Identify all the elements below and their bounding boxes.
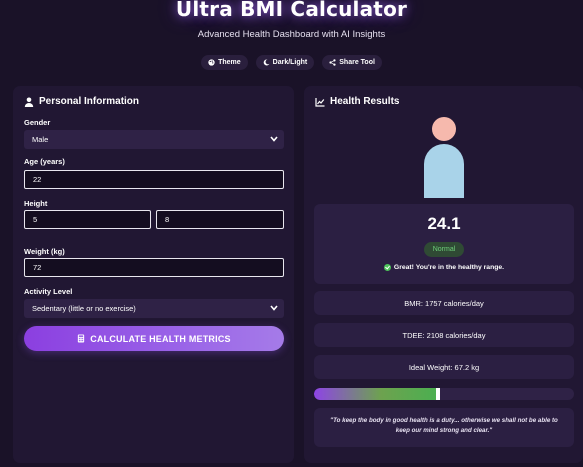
ideal-weight-card: Ideal Weight: 67.2 kg — [314, 355, 574, 379]
bmi-scale-fill — [314, 388, 436, 400]
palette-icon — [208, 59, 215, 66]
share-tool-button[interactable]: Share Tool — [322, 55, 382, 70]
height-feet-value: 5 — [33, 215, 38, 224]
bmr-card: BMR: 1757 calories/day — [314, 291, 574, 315]
health-quote: "To keep the body in good health is a du… — [314, 408, 574, 447]
bmi-category-badge: Normal — [424, 242, 464, 257]
user-icon — [24, 97, 34, 107]
weight-input-value: 72 — [33, 263, 42, 272]
activity-label: Activity Level — [24, 287, 73, 296]
height-inches-value: 8 — [165, 215, 170, 224]
chevron-down-icon — [270, 305, 278, 311]
theme-button-label: Theme — [218, 59, 241, 66]
age-input[interactable]: 22 — [24, 170, 284, 189]
calculate-button[interactable]: CALCULATE HEALTH METRICS — [24, 326, 284, 351]
avatar-head — [432, 117, 456, 141]
weight-input[interactable]: 72 — [24, 258, 284, 277]
weight-label: Weight (kg) — [24, 247, 65, 256]
gender-select[interactable]: Male — [24, 130, 284, 149]
personal-info-panel: Personal Information Gender Male Age (ye… — [13, 86, 294, 463]
height-feet-input[interactable]: 5 — [24, 210, 151, 229]
health-results-title: Health Results — [330, 96, 400, 107]
avatar-body — [424, 144, 464, 198]
bmi-scale-marker — [436, 388, 440, 400]
gender-label: Gender — [24, 118, 51, 127]
chart-line-icon — [315, 97, 325, 107]
header-toolbar: Theme Dark/Light Share Tool — [0, 55, 583, 70]
bmi-value: 24.1 — [427, 214, 461, 233]
share-tool-label: Share Tool — [339, 59, 375, 66]
body-avatar — [424, 117, 464, 198]
bmi-scale-bar — [314, 388, 574, 400]
dark-light-label: Dark/Light — [272, 59, 308, 66]
gender-select-value: Male — [32, 135, 49, 144]
activity-select-value: Sedentary (little or no exercise) — [32, 304, 136, 313]
bmr-value: BMR: 1757 calories/day — [404, 298, 484, 308]
healthy-message-text: Great! You're in the healthy range. — [393, 264, 505, 271]
theme-button[interactable]: Theme — [201, 55, 248, 70]
height-inches-input[interactable]: 8 — [156, 210, 284, 229]
moon-icon — [263, 59, 270, 66]
personal-info-heading: Personal Information — [24, 96, 139, 107]
dark-light-toggle[interactable]: Dark/Light — [255, 55, 315, 70]
health-results-panel: Health Results 24.1 Normal Great! You're… — [304, 86, 583, 463]
activity-select[interactable]: Sedentary (little or no exercise) — [24, 299, 284, 318]
height-label: Height — [24, 199, 48, 208]
personal-info-title: Personal Information — [39, 96, 140, 107]
page-subtitle: Advanced Health Dashboard with AI Insigh… — [197, 29, 386, 40]
calculator-icon — [78, 334, 85, 343]
share-icon — [329, 59, 336, 66]
tdee-value: TDEE: 2108 calories/day — [402, 330, 486, 340]
age-label: Age (years) — [24, 157, 65, 166]
tdee-card: TDEE: 2108 calories/day — [314, 323, 574, 347]
page-title: Ultra BMI Calculator — [175, 0, 408, 21]
bmi-result-card: 24.1 Normal Great! You're in the healthy… — [314, 204, 574, 284]
check-circle-icon — [383, 264, 391, 271]
age-input-value: 22 — [33, 175, 42, 184]
calculate-button-label: CALCULATE HEALTH METRICS — [90, 333, 231, 344]
ideal-weight-value: Ideal Weight: 67.2 kg — [408, 362, 480, 372]
health-results-heading: Health Results — [315, 96, 399, 107]
chevron-down-icon — [270, 136, 278, 142]
healthy-message: Great! You're in the healthy range. — [314, 264, 574, 271]
